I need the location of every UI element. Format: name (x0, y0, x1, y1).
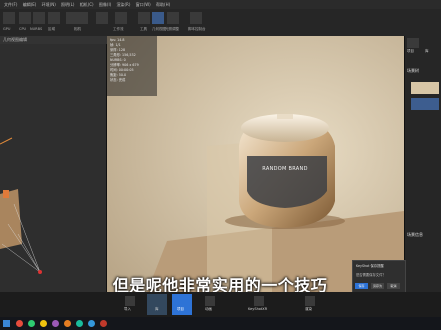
menu-item-help[interactable]: 帮助(H) (156, 2, 170, 7)
menu-item-light[interactable]: 照明(L) (61, 2, 74, 7)
render-icon[interactable] (305, 296, 315, 306)
menu-item-image[interactable]: 图像(I) (99, 2, 111, 7)
save-reminder-dialog: KeyShot 保存提醒 是否需要保存文件？ 保存 另存为 取消 (352, 260, 406, 294)
geometry-view-panel: 几何视图编辑 (0, 36, 109, 292)
import-icon[interactable] (125, 296, 135, 306)
project-tab[interactable] (407, 38, 419, 48)
taskbar-app-icon-4[interactable] (52, 320, 59, 327)
toolbar-label-script: 脚本控制台 (188, 27, 206, 31)
tab-library-label: 库 (425, 49, 429, 53)
library-label: 库 (155, 307, 159, 311)
product-label-text: RANDOM BRAND (262, 166, 308, 172)
render-label: 渲染 (305, 307, 312, 311)
toolbar-label-tools: 工具 (140, 27, 147, 31)
cpu-icon[interactable] (19, 12, 31, 24)
menu-item-window[interactable]: 窗口(W) (136, 2, 151, 7)
bottom-ribbon: 导入 库 项目 动画 KeyShotXR 渲染 (0, 292, 441, 317)
menu-item-camera[interactable]: 相机(C) (80, 2, 94, 7)
start-icon[interactable] (3, 320, 10, 327)
toolbar: GPU CPU NURBS 区域 相机 工作流 工具 几何视图 光照调整 脚本控… (0, 9, 441, 37)
dialog-title: KeyShot 保存提醒 (356, 264, 384, 268)
taskbar-app-icon-8[interactable] (100, 320, 107, 327)
scene-tree-title: 场景树 (407, 68, 419, 73)
animation-label: 动画 (205, 307, 212, 311)
keyshotxr-label: KeyShotXR (248, 307, 268, 311)
menu-item-file[interactable]: 文件(F) (4, 2, 17, 7)
toolbar-label-geometry: 几何视图 (152, 27, 166, 31)
toolbar-label-camera: 相机 (74, 27, 81, 31)
scene-thumb-1[interactable] (411, 82, 439, 94)
lighting-icon[interactable] (167, 12, 179, 24)
taskbar-app-icon-7[interactable] (88, 320, 95, 327)
dialog-save-button[interactable]: 保存 (355, 283, 368, 289)
toolbar-label-region: 区域 (48, 27, 55, 31)
panel-title: 几何视图编辑 (0, 36, 109, 44)
scene-info-title: 场景信息 (407, 232, 423, 237)
taskbar-app-icon-1[interactable] (16, 320, 23, 327)
scene-thumb-2[interactable] (411, 98, 439, 110)
taskbar-app-icon-5[interactable] (64, 320, 71, 327)
nurbs-icon[interactable] (33, 12, 45, 24)
menu-bar: 文件(F) 编辑(E) 环境(N) 照明(L) 相机(C) 图像(I) 渲染(R… (0, 0, 441, 9)
toolbar-label-gpu: GPU (3, 27, 11, 31)
tools-icon[interactable] (138, 12, 150, 24)
workflow-icon[interactable] (115, 12, 127, 24)
dialog-cancel-button[interactable]: 取消 (387, 283, 400, 289)
region-icon[interactable] (48, 12, 60, 24)
script-icon[interactable] (190, 12, 202, 24)
gpu-icon[interactable] (3, 12, 15, 24)
camera-icon[interactable] (76, 12, 88, 24)
info-status: 状态: 完成 (110, 78, 126, 82)
taskbar-app-icon-2[interactable] (28, 320, 35, 327)
keyshotxr-icon[interactable] (254, 296, 264, 306)
render-info-overlay: fps: 14.8 帧: 1/1 采样: 128 三角形: 156,532 NU… (107, 36, 157, 96)
menu-item-env[interactable]: 环境(N) (42, 2, 56, 7)
taskbar-app-icon-6[interactable] (76, 320, 83, 327)
dialog-message: 是否需要保存文件？ (356, 273, 386, 277)
os-taskbar (0, 317, 441, 330)
toolbar-label-nurbs: NURBS (30, 27, 43, 31)
geometry-wireframe[interactable] (0, 44, 106, 292)
animation-icon[interactable] (205, 296, 215, 306)
toolbar-label-workflow: 工作流 (113, 27, 124, 31)
import-label: 导入 (124, 307, 131, 311)
dialog-save-as-button[interactable]: 另存为 (371, 283, 384, 289)
tab-project-label: 项目 (407, 49, 414, 53)
toolbar-label-cpu: CPU (19, 27, 27, 31)
menu-item-render[interactable]: 渲染(R) (116, 2, 130, 7)
taskbar-app-icon-3[interactable] (40, 320, 47, 327)
geometry-view-icon[interactable] (152, 12, 164, 24)
frame-icon[interactable] (96, 12, 108, 24)
menu-item-edit[interactable]: 编辑(E) (23, 2, 37, 7)
project-label: 项目 (177, 307, 184, 311)
render-viewport[interactable]: RANDOM BRAND fps: 14.8 帧: 1/1 采样: 128 三角… (107, 36, 404, 292)
right-panel: 项目 库 场景树 场景信息 (404, 36, 441, 292)
toolbar-label-lighting: 光照调整 (165, 27, 179, 31)
